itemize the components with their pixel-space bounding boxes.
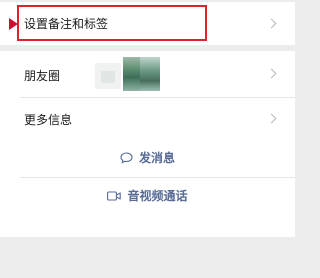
audio-video-call-button[interactable]: 音视频通话 bbox=[0, 181, 295, 211]
moments-label: 朋友圈 bbox=[24, 69, 61, 83]
moments-photo bbox=[140, 57, 160, 91]
moments-section: 朋友圈 更多信息 bbox=[0, 51, 295, 148]
more-info-label: 更多信息 bbox=[24, 113, 73, 127]
bottom-background bbox=[0, 237, 295, 278]
moments-row[interactable]: 朋友圈 bbox=[0, 51, 295, 97]
audio-video-call-label: 音视频通话 bbox=[127, 189, 188, 203]
send-message-button[interactable]: 发消息 bbox=[0, 143, 295, 173]
chevron-right-icon bbox=[266, 113, 277, 124]
video-camera-icon bbox=[107, 191, 122, 201]
moments-photo bbox=[123, 57, 140, 91]
set-remark-and-tags-label: 设置备注和标签 bbox=[24, 17, 109, 31]
chevron-right-icon bbox=[266, 68, 277, 79]
moments-photo-thumbnails bbox=[95, 57, 160, 91]
more-info-row[interactable]: 更多信息 bbox=[0, 98, 295, 138]
chevron-right-icon bbox=[266, 18, 277, 29]
set-remark-and-tags-row[interactable]: 设置备注和标签 bbox=[0, 2, 295, 45]
moments-photo-blurred bbox=[95, 63, 121, 89]
chat-bubble-icon bbox=[120, 152, 133, 164]
actions-section: 发消息 音视频通话 bbox=[0, 137, 295, 237]
row-divider bbox=[20, 177, 295, 178]
send-message-label: 发消息 bbox=[138, 151, 175, 165]
red-arrow-pointer-icon bbox=[9, 18, 18, 30]
